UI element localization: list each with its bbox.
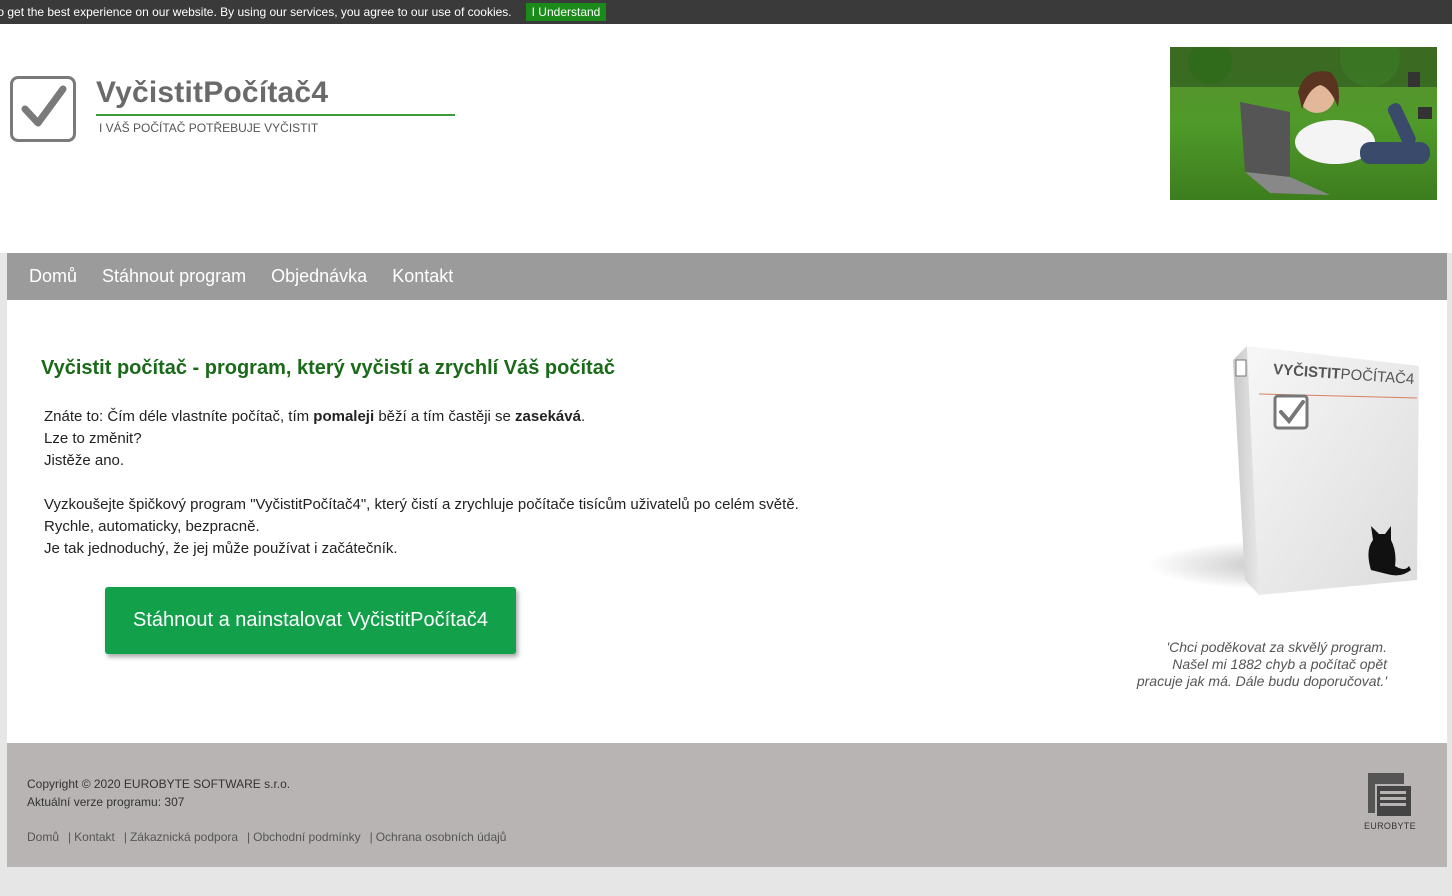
footer-separator: | <box>68 830 72 844</box>
site-header: VyčistitPočítač4 I VÁŠ POČÍTAČ POTŘEBUJE… <box>0 24 1452 253</box>
cookie-bar: to get the best experience on our websit… <box>0 0 1452 24</box>
main-content: Vyčistit počítač - program, který vyčist… <box>7 300 1447 743</box>
pitch-line-2: Rychle, automaticky, bezpracně. <box>44 518 260 535</box>
version-text: Aktuální verze programu: 307 <box>27 795 185 809</box>
site-tagline: I VÁŠ POČÍTAČ POTŘEBUJE VYČISTIT <box>99 121 319 135</box>
checkbox-logo-icon[interactable] <box>10 76 76 142</box>
cookie-text: to get the best experience on our websit… <box>0 5 512 19</box>
footer-separator: | <box>369 830 373 844</box>
footer-separator: | <box>247 830 251 844</box>
eurobyte-label: EUROBYTE <box>1364 821 1416 831</box>
footer-links: Domů | Kontakt | Zákaznická podpora | Ob… <box>27 830 506 844</box>
page-headline: Vyčistit počítač - program, který vyčist… <box>41 357 615 379</box>
main-nav: Domů Stáhnout program Objednávka Kontakt <box>7 253 1447 300</box>
testimonial-quote: 'Chci poděkovat za skvělý program. Našel… <box>1136 639 1387 689</box>
download-install-button[interactable]: Stáhnout a nainstalovat VyčistitPočítač4 <box>105 587 516 654</box>
cookie-accept-button[interactable]: I Understand <box>525 3 607 21</box>
footer-link-home[interactable]: Domů <box>27 830 59 844</box>
hero-photo-woman-laptop <box>1170 47 1437 200</box>
pitch-paragraph: Vyzkoušejte špičkový program "VyčistitPo… <box>44 494 799 560</box>
intro-line-1: Znáte to: Čím déle vlastníte počítač, tí… <box>44 408 586 425</box>
site-title[interactable]: VyčistitPočítač4 <box>96 76 328 110</box>
nav-item-download[interactable]: Stáhnout program <box>102 266 246 287</box>
footer-link-support[interactable]: Zákaznická podpora <box>130 830 238 844</box>
intro-paragraph: Znáte to: Čím déle vlastníte počítač, tí… <box>44 406 585 472</box>
site-footer: Copyright © 2020 EUROBYTE SOFTWARE s.r.o… <box>7 743 1447 867</box>
nav-item-home[interactable]: Domů <box>29 266 77 287</box>
product-box-image: VYČISTITPOČÍTAČ4 <box>1147 340 1427 610</box>
intro-line-2: Lze to změnit? <box>44 430 142 447</box>
footer-link-terms[interactable]: Obchodní podmínky <box>253 830 360 844</box>
nav-item-contact[interactable]: Kontakt <box>392 266 453 287</box>
intro-line-3: Jistěže ano. <box>44 452 125 469</box>
pitch-line-1: Vyzkoušejte špičkový program "VyčistitPo… <box>44 496 799 513</box>
title-underline <box>96 114 455 116</box>
pitch-line-3: Je tak jednoduchý, že jej může používat … <box>44 540 398 557</box>
nav-item-order[interactable]: Objednávka <box>271 266 367 287</box>
copyright-text: Copyright © 2020 EUROBYTE SOFTWARE s.r.o… <box>27 777 291 791</box>
footer-separator: | <box>123 830 127 844</box>
footer-link-contact[interactable]: Kontakt <box>74 830 115 844</box>
footer-link-privacy[interactable]: Ochrana osobních údajů <box>376 830 507 844</box>
